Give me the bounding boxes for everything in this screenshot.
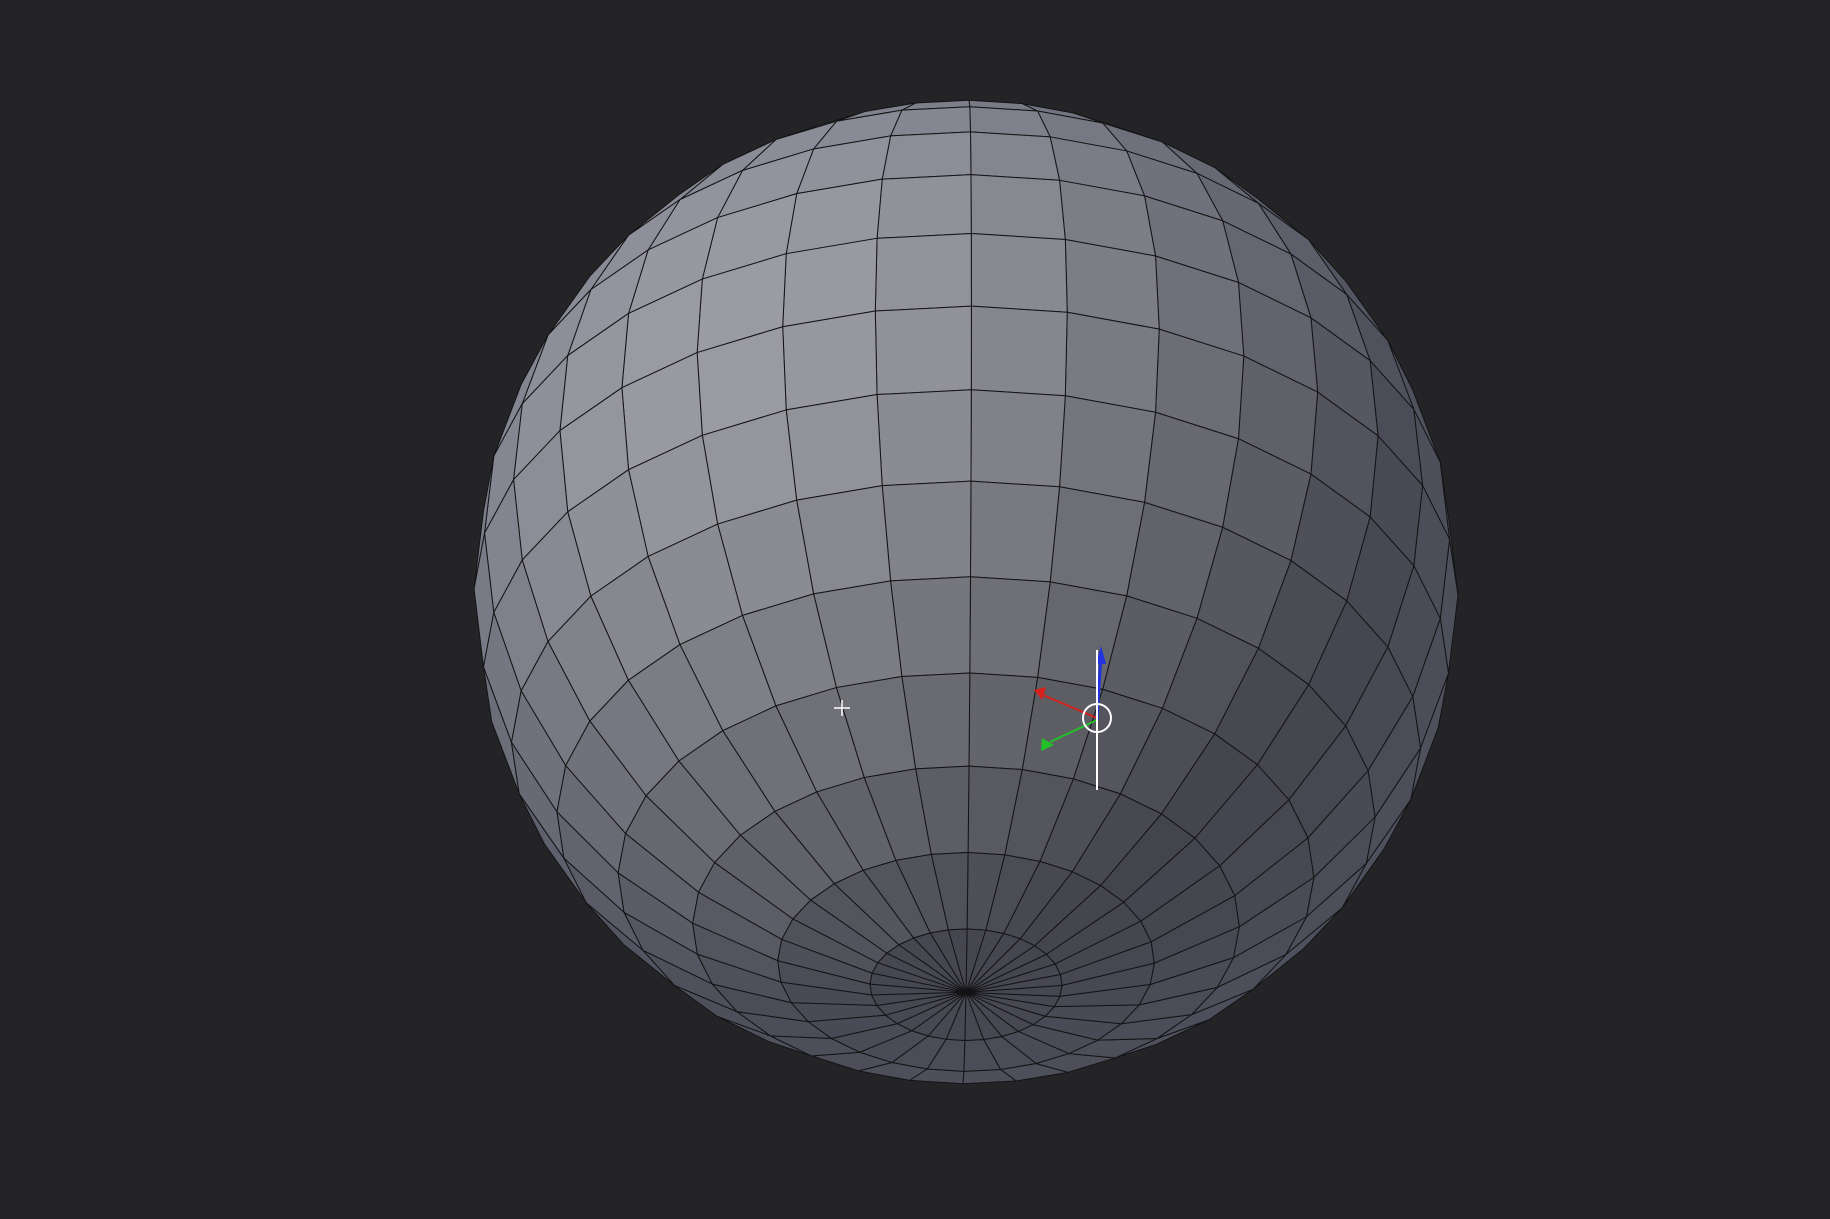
mesh-face[interactable] <box>970 389 1066 488</box>
mesh-face[interactable] <box>969 576 1051 678</box>
mesh-face[interactable] <box>969 480 1061 583</box>
mesh-face[interactable] <box>890 106 971 137</box>
viewport-canvas[interactable] <box>0 0 1830 1219</box>
mesh-face[interactable] <box>874 233 972 312</box>
mesh-face[interactable] <box>785 394 883 501</box>
mesh-face[interactable] <box>1059 395 1157 503</box>
mesh-face[interactable] <box>890 576 971 677</box>
mesh-face[interactable] <box>874 305 972 396</box>
mesh-face[interactable] <box>876 389 972 487</box>
3d-viewport[interactable] <box>0 0 1830 1219</box>
mesh-face[interactable] <box>970 233 1068 313</box>
mesh-face[interactable] <box>782 310 878 411</box>
mesh-face[interactable] <box>881 131 972 180</box>
mesh-face[interactable] <box>969 131 1061 181</box>
uv-sphere-mesh[interactable] <box>473 99 1459 1085</box>
mesh-face[interactable] <box>1064 311 1160 413</box>
mesh-face[interactable] <box>876 174 972 239</box>
mesh-face[interactable] <box>970 174 1066 241</box>
mesh-face[interactable] <box>970 305 1068 397</box>
mesh-face[interactable] <box>881 480 972 582</box>
